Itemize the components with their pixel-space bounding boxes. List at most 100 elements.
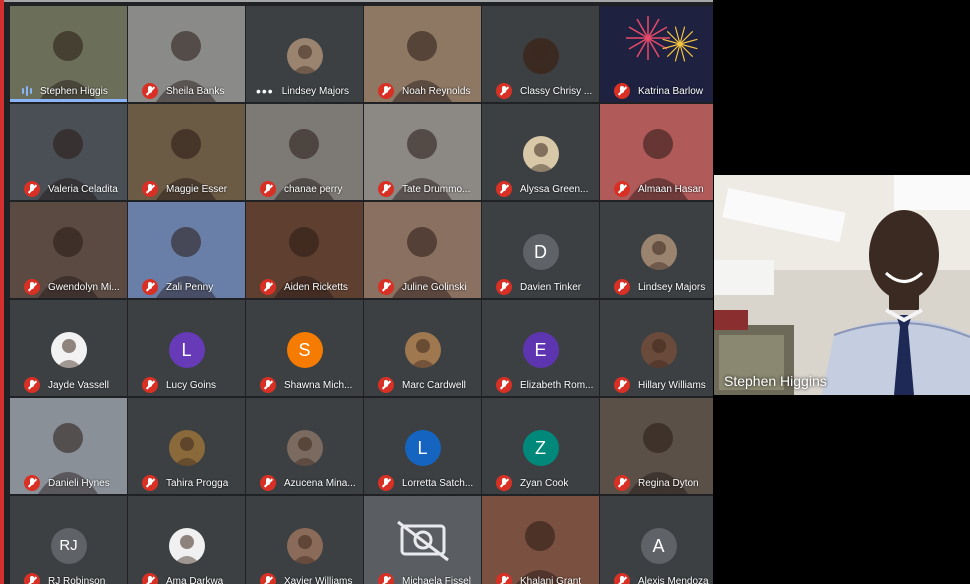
name-bar: Zyan Cook xyxy=(482,472,599,494)
participant-tile[interactable]: D Davien Tinker xyxy=(482,202,599,298)
participant-tile[interactable]: Khalani Grant xyxy=(482,496,599,584)
avatar: RJ xyxy=(50,528,87,564)
participant-tile[interactable]: L Lucy Goins xyxy=(128,300,245,396)
participant-name: Xavier Williams xyxy=(284,575,353,584)
participant-tile[interactable]: Stephen Higgis xyxy=(10,6,127,102)
participant-tile[interactable]: Gwendolyn Mi... xyxy=(10,202,127,298)
participant-name: Zali Penny xyxy=(166,281,214,293)
name-bar: Tate Drummo... xyxy=(364,178,481,200)
spotlight-video[interactable]: Stephen Higgins xyxy=(714,175,970,395)
participant-tile[interactable]: Michaela Fissel xyxy=(364,496,481,584)
participant-name: Marc Cardwell xyxy=(402,379,466,391)
participant-tile[interactable]: Lindsey Majors xyxy=(600,202,713,298)
participant-tile[interactable]: Tahira Progga xyxy=(128,398,245,494)
avatar: A xyxy=(640,528,677,564)
name-bar: Alyssa Green... xyxy=(482,178,599,200)
participant-name: Stephen Higgis xyxy=(40,85,108,97)
participant-tile[interactable]: Classy Chrisy ... xyxy=(482,6,599,102)
participant-name: Tate Drummo... xyxy=(402,183,471,195)
participant-tile[interactable]: S Shawna Mich... xyxy=(246,300,363,396)
participant-name: Regina Dyton xyxy=(638,477,699,489)
avatar xyxy=(404,332,441,368)
mic-off-icon xyxy=(142,475,158,491)
participant-name: Almaan Hasan xyxy=(638,183,704,195)
participant-tile[interactable]: A Alexis Mendoza xyxy=(600,496,713,584)
mic-off-icon xyxy=(378,573,394,584)
mic-off-icon xyxy=(496,181,512,197)
mic-off-icon xyxy=(614,377,630,393)
participant-name: Ama Darkwa xyxy=(166,575,224,584)
participant-name: Shawna Mich... xyxy=(284,379,353,391)
participant-name: Alexis Mendoza xyxy=(638,575,709,584)
participant-tile[interactable]: Z Zyan Cook xyxy=(482,398,599,494)
name-bar: Marc Cardwell xyxy=(364,374,481,396)
participant-tile[interactable]: Azucena Mina... xyxy=(246,398,363,494)
participant-tile[interactable]: Almaan Hasan xyxy=(600,104,713,200)
participant-tile[interactable]: chanae perry xyxy=(246,104,363,200)
participant-name: Classy Chrisy ... xyxy=(520,85,593,97)
mic-off-icon xyxy=(142,83,158,99)
participant-tile[interactable]: Marc Cardwell xyxy=(364,300,481,396)
mic-off-icon xyxy=(260,279,276,295)
mic-off-icon xyxy=(378,475,394,491)
mic-off-icon xyxy=(260,377,276,393)
participant-tile[interactable]: RJ RJ Robinson xyxy=(10,496,127,584)
name-bar: Alexis Mendoza xyxy=(600,570,713,584)
name-bar: Davien Tinker xyxy=(482,276,599,298)
participant-name: RJ Robinson xyxy=(48,575,106,584)
name-bar: Zali Penny xyxy=(128,276,245,298)
participant-tile[interactable]: Valeria Celadita xyxy=(10,104,127,200)
participant-tile[interactable]: Danieli Hynes xyxy=(10,398,127,494)
name-bar: Hillary Williams xyxy=(600,374,713,396)
mic-off-icon xyxy=(378,279,394,295)
participant-name: Elizabeth Rom... xyxy=(520,379,594,391)
participant-tile[interactable]: Hillary Williams xyxy=(600,300,713,396)
participant-tile[interactable]: Alyssa Green... xyxy=(482,104,599,200)
mic-off-icon xyxy=(496,279,512,295)
participant-name: Davien Tinker xyxy=(520,281,582,293)
participant-tile[interactable]: Xavier Williams xyxy=(246,496,363,584)
name-bar: Michaela Fissel xyxy=(364,570,481,584)
avatar xyxy=(640,234,677,270)
name-bar: Lorretta Satch... xyxy=(364,472,481,494)
name-bar: Khalani Grant xyxy=(482,570,599,584)
avatar xyxy=(50,332,87,368)
avatar: L xyxy=(168,332,205,368)
participant-tile[interactable]: Maggie Esser xyxy=(128,104,245,200)
mic-off-icon xyxy=(24,377,40,393)
participant-tile[interactable]: Juline Golinski xyxy=(364,202,481,298)
name-bar: Juline Golinski xyxy=(364,276,481,298)
participant-tile[interactable]: E Elizabeth Rom... xyxy=(482,300,599,396)
name-bar: Danieli Hynes xyxy=(10,472,127,494)
participant-tile[interactable]: Ama Darkwa xyxy=(128,496,245,584)
participant-tile[interactable]: Katrina Barlow xyxy=(600,6,713,102)
avatar xyxy=(168,430,205,466)
name-bar: Xavier Williams xyxy=(246,570,363,584)
more-options-icon[interactable]: ••• xyxy=(256,83,274,99)
name-bar: Lindsey Majors xyxy=(600,276,713,298)
name-bar: Tahira Progga xyxy=(128,472,245,494)
participant-tile[interactable]: Zali Penny xyxy=(128,202,245,298)
participant-name: Zyan Cook xyxy=(520,477,569,489)
mic-off-icon xyxy=(142,377,158,393)
participant-tile[interactable]: Noah Reynolds xyxy=(364,6,481,102)
participant-grid: Stephen Higgis Sheila Banks ••• Lindsey Maj… xyxy=(0,0,713,584)
participant-name: Juline Golinski xyxy=(402,281,467,293)
avatar xyxy=(286,38,323,74)
participant-tile[interactable]: Jayde Vassell xyxy=(10,300,127,396)
mic-off-icon xyxy=(496,83,512,99)
participant-tile[interactable]: Sheila Banks xyxy=(128,6,245,102)
mic-off-icon xyxy=(260,475,276,491)
participant-tile[interactable]: L Lorretta Satch... xyxy=(364,398,481,494)
name-bar: Shawna Mich... xyxy=(246,374,363,396)
participant-tile[interactable]: ••• Lindsey Majors xyxy=(246,6,363,102)
avatar xyxy=(286,528,323,564)
participant-name: Lorretta Satch... xyxy=(402,477,474,489)
name-bar: Maggie Esser xyxy=(128,178,245,200)
participant-name: Lindsey Majors xyxy=(638,281,706,293)
avatar: E xyxy=(522,332,559,368)
participant-tile[interactable]: Regina Dyton xyxy=(600,398,713,494)
name-bar: Jayde Vassell xyxy=(10,374,127,396)
participant-tile[interactable]: Tate Drummo... xyxy=(364,104,481,200)
participant-tile[interactable]: Aiden Ricketts xyxy=(246,202,363,298)
